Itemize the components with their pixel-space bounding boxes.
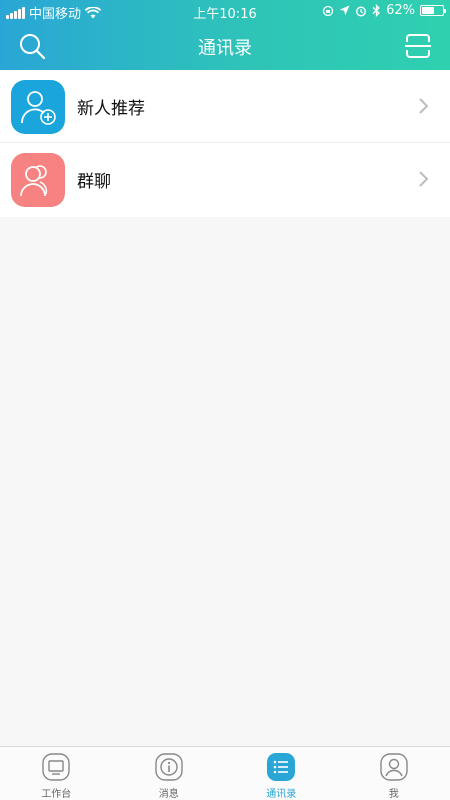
scan-icon[interactable] — [404, 32, 432, 60]
list-item-new-recommend[interactable]: 新人推荐 — [0, 70, 450, 143]
contacts-list: 新人推荐 群聊 — [0, 70, 450, 217]
orientation-lock-icon — [322, 5, 334, 16]
location-icon — [339, 5, 350, 16]
tab-label: 我 — [388, 789, 399, 800]
list-item-group-chat[interactable]: 群聊 — [0, 143, 450, 217]
tab-bar: 工作台 消息 通讯录 我 — [0, 746, 450, 800]
bluetooth-icon — [372, 4, 381, 17]
header: 中国移动 上午10:16 62% 通讯录 — [0, 0, 450, 70]
battery-icon — [420, 5, 446, 16]
contacts-list-icon — [267, 753, 296, 781]
info-icon — [155, 753, 183, 781]
tab-label: 工作台 — [41, 789, 72, 800]
status-right: 62% — [322, 3, 446, 18]
alarm-icon — [356, 5, 367, 17]
battery-fill — [422, 7, 435, 14]
page-title: 通讯录 — [198, 38, 252, 59]
tab-label: 通讯录 — [266, 789, 297, 800]
nav-bar: 通讯录 — [0, 22, 450, 70]
profile-icon — [380, 753, 408, 781]
tab-workbench[interactable]: 工作台 — [0, 747, 113, 800]
list-item-label: 新人推荐 — [77, 99, 145, 119]
tab-messages[interactable]: 消息 — [113, 747, 226, 800]
tab-contacts[interactable]: 通讯录 — [225, 747, 338, 800]
add-user-icon — [11, 80, 65, 134]
status-bar: 中国移动 上午10:16 62% — [0, 0, 450, 22]
battery-percent: 62% — [386, 3, 415, 18]
list-item-label: 群聊 — [77, 172, 111, 192]
chevron-right-icon — [419, 171, 429, 187]
tab-label: 消息 — [158, 789, 179, 800]
group-icon — [11, 153, 65, 207]
tab-me[interactable]: 我 — [338, 747, 450, 800]
workbench-icon — [42, 753, 70, 781]
chevron-right-icon — [419, 98, 429, 114]
